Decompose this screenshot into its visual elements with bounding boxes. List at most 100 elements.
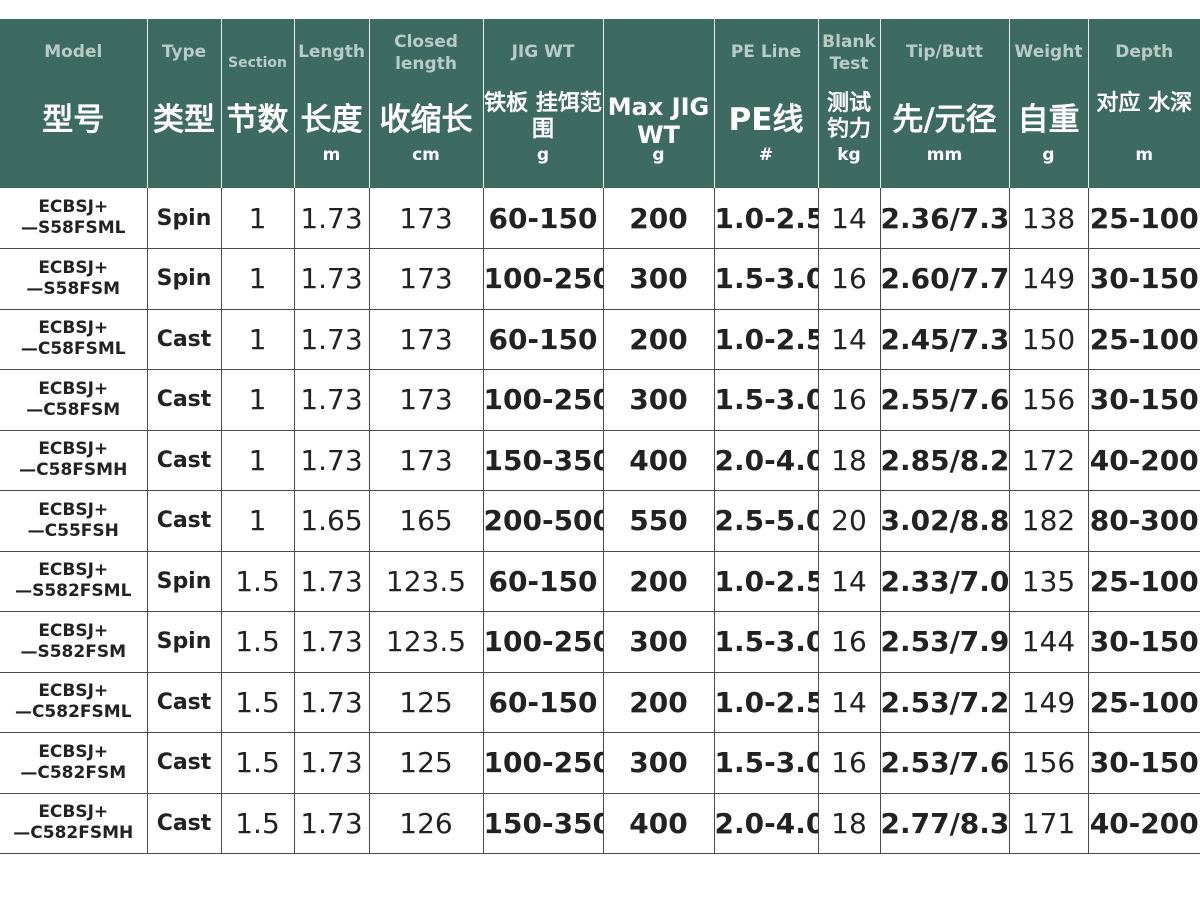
cell-pe-line: 1.0-2.5	[714, 672, 819, 733]
table-row: ECBSJ+ —S582FSM Spin 1.5 1.73 123.5 100-250 300…	[0, 611, 1200, 673]
cell-model: ECBSJ+ —C58FSML	[0, 309, 148, 370]
cell-jig-wt: 150-350	[483, 430, 604, 491]
cell-type: Spin	[147, 248, 222, 310]
cell-type: Spin	[147, 188, 222, 249]
cell-model: ECBSJ+ —S58FSML	[0, 188, 148, 249]
model-line: ECBSJ+	[38, 257, 109, 278]
cell-max-jig-wt: 300	[603, 369, 715, 431]
cell-max-jig-wt: 400	[603, 793, 715, 854]
cell-length: 1.73	[294, 551, 370, 612]
cell-type: Cast	[147, 490, 222, 552]
cell-closed-length: 173	[369, 188, 484, 249]
header-cn-label: 先/元径	[892, 102, 997, 138]
model-line: ECBSJ+	[38, 802, 109, 823]
cell-length: 1.73	[294, 793, 370, 854]
cell-closed-length: 165	[369, 490, 484, 552]
cell-pe-line: 1.5-3.0	[714, 732, 819, 794]
cell-length: 1.73	[294, 248, 370, 310]
header-en-label: JIG WT	[511, 42, 575, 62]
cell-length: 1.73	[294, 309, 370, 370]
cell-depth: 40-200	[1088, 430, 1200, 491]
header-en-label: PE Line	[730, 42, 802, 62]
header-en-label: Depth	[1115, 42, 1174, 62]
header-en-label: Blank Test	[822, 32, 876, 74]
header-cn-label: 收缩长	[379, 102, 473, 138]
cell-type: Cast	[147, 672, 222, 733]
cell-closed-length: 173	[369, 248, 484, 310]
cell-length: 1.73	[294, 430, 370, 491]
col-header-max-jig-wt: Max JIG WT g	[603, 19, 715, 188]
cell-model: ECBSJ+ —C58FSM	[0, 369, 148, 431]
cell-pe-line: 1.0-2.5	[714, 188, 819, 249]
cell-weight: 149	[1009, 672, 1089, 733]
cell-weight: 135	[1009, 551, 1089, 612]
table-row: ECBSJ+ —S582FSML Spin 1.5 1.73 123.5 60-150 200…	[0, 551, 1200, 612]
model-line: —C582FSML	[14, 702, 132, 723]
table-row: ECBSJ+ —C58FSMH Cast 1 1.73 173 150-350 400 2.0-…	[0, 430, 1200, 491]
cell-depth: 25-100	[1088, 309, 1200, 370]
header-unit: m	[322, 145, 341, 165]
table-row: ECBSJ+ —C582FSM Cast 1.5 1.73 125 100-250 300 1.…	[0, 732, 1200, 794]
cell-closed-length: 125	[369, 672, 484, 733]
cell-model: ECBSJ+ —S58FSM	[0, 248, 148, 310]
cell-model: ECBSJ+ —C58FSMH	[0, 430, 148, 491]
cell-weight: 149	[1009, 248, 1089, 310]
header-unit: cm	[412, 145, 440, 165]
cell-blank-test: 20	[818, 490, 881, 552]
cell-type: Cast	[147, 309, 222, 370]
cell-pe-line: 1.5-3.0	[714, 248, 819, 310]
header-cn-label: 对应 水深	[1096, 91, 1193, 116]
cell-jig-wt: 60-150	[483, 672, 604, 733]
model-line: —S58FSM	[26, 278, 121, 299]
cell-section: 1.5	[221, 672, 295, 733]
table-row: ECBSJ+ —C55FSH Cast 1 1.65 165 200-500 550 2.5-5…	[0, 490, 1200, 552]
cell-max-jig-wt: 300	[603, 732, 715, 794]
header-en-label: Tip/Butt	[905, 42, 984, 62]
cell-length: 1.65	[294, 490, 370, 552]
cell-section: 1.5	[221, 793, 295, 854]
model-line: ECBSJ+	[38, 741, 109, 762]
cell-blank-test: 18	[818, 430, 881, 491]
cell-section: 1.5	[221, 611, 295, 673]
col-header-length: Length 长度 m	[294, 19, 370, 188]
cell-model: ECBSJ+ —C582FSMH	[0, 793, 148, 854]
cell-model: ECBSJ+ —C582FSML	[0, 672, 148, 733]
cell-jig-wt: 60-150	[483, 551, 604, 612]
cell-max-jig-wt: 300	[603, 611, 715, 673]
cell-section: 1.5	[221, 732, 295, 794]
cell-tip-butt: 2.45/7.36	[880, 309, 1010, 370]
header-cn-label: 长度	[300, 102, 363, 138]
cell-blank-test: 14	[818, 672, 881, 733]
cell-blank-test: 14	[818, 309, 881, 370]
cell-jig-wt: 60-150	[483, 188, 604, 249]
cell-pe-line: 2.0-4.0	[714, 793, 819, 854]
cell-jig-wt: 100-250	[483, 732, 604, 794]
cell-type: Spin	[147, 551, 222, 612]
cell-blank-test: 18	[818, 793, 881, 854]
model-line: ECBSJ+	[38, 439, 109, 460]
cell-blank-test: 14	[818, 551, 881, 612]
header-cn-label: 型号	[42, 102, 105, 138]
cell-length: 1.73	[294, 611, 370, 673]
header-cn-label: 节数	[226, 102, 289, 138]
cell-depth: 30-150	[1088, 369, 1200, 431]
header-en-label: Type	[161, 42, 207, 62]
cell-tip-butt: 2.85/8.20	[880, 430, 1010, 491]
cell-depth: 30-150	[1088, 732, 1200, 794]
cell-length: 1.73	[294, 369, 370, 431]
spec-table-body: ECBSJ+ —S58FSML Spin 1 1.73 173 60-150 200 1.0-2…	[0, 188, 1200, 854]
header-en-label: Weight	[1014, 42, 1083, 62]
cell-pe-line: 1.5-3.0	[714, 611, 819, 673]
header-cn-label: 自重	[1017, 102, 1080, 138]
cell-depth: 25-100	[1088, 188, 1200, 249]
cell-tip-butt: 2.55/7.65	[880, 369, 1010, 431]
cell-type: Cast	[147, 732, 222, 794]
header-cn-label: 测试 钓力	[826, 91, 871, 142]
cell-max-jig-wt: 400	[603, 430, 715, 491]
header-unit: g	[536, 145, 550, 165]
table-row: ECBSJ+ —S58FSM Spin 1 1.73 173 100-250 300 1.5-3…	[0, 248, 1200, 310]
cell-section: 1	[221, 188, 295, 249]
cell-blank-test: 16	[818, 611, 881, 673]
cell-closed-length: 123.5	[369, 551, 484, 612]
cell-weight: 156	[1009, 369, 1089, 431]
